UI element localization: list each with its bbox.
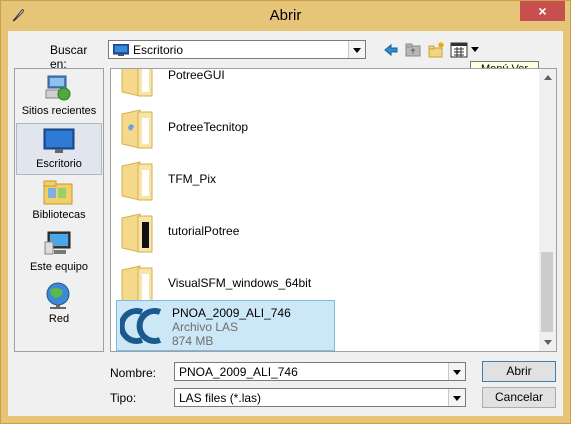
file-name: VisualSFM_windows_64bit xyxy=(168,276,312,290)
place-desktop[interactable]: Escritorio xyxy=(16,123,102,175)
back-arrow-icon[interactable] xyxy=(382,41,400,59)
file-name: PotreeTecnitop xyxy=(168,120,249,134)
up-folder-icon[interactable] xyxy=(404,41,422,59)
filename-value: PNOA_2009_ALI_746 xyxy=(179,365,298,379)
scroll-up-icon[interactable] xyxy=(539,69,556,86)
scroll-thumb[interactable] xyxy=(541,252,553,332)
list-item[interactable]: PotreeGUI xyxy=(112,68,540,102)
folder-icon xyxy=(121,161,153,201)
title-bar[interactable]: Abrir × xyxy=(1,1,570,31)
place-recent[interactable]: Sitios recientes xyxy=(16,71,102,123)
file-kind: Archivo LAS xyxy=(172,320,239,334)
folder-icon xyxy=(121,213,153,253)
vertical-scrollbar[interactable] xyxy=(539,69,556,351)
window-title: Abrir xyxy=(269,7,302,24)
selected-file[interactable]: PNOA_2009_ALI_746 Archivo LAS 874 MB xyxy=(116,300,335,351)
file-name: PotreeGUI xyxy=(168,68,225,82)
libraries-icon xyxy=(43,180,73,205)
filetype-value: LAS files (*.las) xyxy=(179,391,262,405)
view-menu-button[interactable] xyxy=(450,41,480,59)
open-dialog: Abrir × BBuscar en: Escritorio xyxy=(0,0,571,424)
places-bar: Sitios recientes Escritorio Bibliotecas xyxy=(14,68,104,352)
network-icon xyxy=(46,282,70,309)
lookin-combo[interactable]: Escritorio xyxy=(108,40,366,59)
filename-label: Nombre: xyxy=(110,366,157,380)
filetype-label: Tipo: xyxy=(110,391,137,405)
folder-icon xyxy=(121,69,153,97)
dialog-body: BBuscar en: Escritorio xyxy=(8,31,563,416)
file-name: tutorialPotree xyxy=(168,224,240,238)
file-name: PNOA_2009_ALI_746 xyxy=(172,306,291,320)
view-menu-icon xyxy=(450,42,468,58)
file-name: TFM_Pix xyxy=(168,172,216,186)
list-item[interactable]: TFM_Pix xyxy=(112,154,540,206)
chevron-down-icon[interactable] xyxy=(348,41,365,58)
computer-icon xyxy=(44,231,71,255)
place-label: Red xyxy=(48,313,70,325)
lookin-label-text: Buscar en: xyxy=(50,43,88,71)
desktop-icon xyxy=(43,128,75,153)
chevron-down-icon xyxy=(471,47,479,52)
place-label: Este equipo xyxy=(29,261,89,273)
place-computer[interactable]: Este equipo xyxy=(16,227,102,279)
list-item[interactable]: PotreeTecnitop xyxy=(112,102,540,154)
chevron-down-icon[interactable] xyxy=(448,389,465,406)
recent-places-icon xyxy=(45,75,71,101)
file-list[interactable]: PotreeGUI PotreeTecnitop TFM_Pix tutoria… xyxy=(110,68,557,352)
place-label: Escritorio xyxy=(36,158,82,170)
list-item[interactable]: tutorialPotree xyxy=(112,206,540,258)
file-size: 874 MB xyxy=(172,334,214,348)
folder-icon xyxy=(121,109,153,149)
place-label: Sitios recientes xyxy=(21,105,97,117)
cancel-button[interactable]: Cancelar xyxy=(482,387,556,408)
place-libraries[interactable]: Bibliotecas xyxy=(16,175,102,227)
place-label: Bibliotecas xyxy=(32,209,86,221)
las-file-icon xyxy=(120,308,162,344)
desktop-small-icon xyxy=(113,44,129,56)
lookin-value: Escritorio xyxy=(133,43,184,57)
close-button[interactable]: × xyxy=(520,1,565,21)
lookin-label: BBuscar en: xyxy=(50,43,88,71)
filetype-combo[interactable]: LAS files (*.las) xyxy=(174,388,466,407)
open-button[interactable]: Abrir xyxy=(482,361,556,382)
filename-combo[interactable]: PNOA_2009_ALI_746 xyxy=(174,362,466,381)
place-network[interactable]: Red xyxy=(16,279,102,331)
scroll-down-icon[interactable] xyxy=(539,334,556,351)
new-folder-icon[interactable] xyxy=(427,41,445,59)
chevron-down-icon[interactable] xyxy=(448,363,465,380)
